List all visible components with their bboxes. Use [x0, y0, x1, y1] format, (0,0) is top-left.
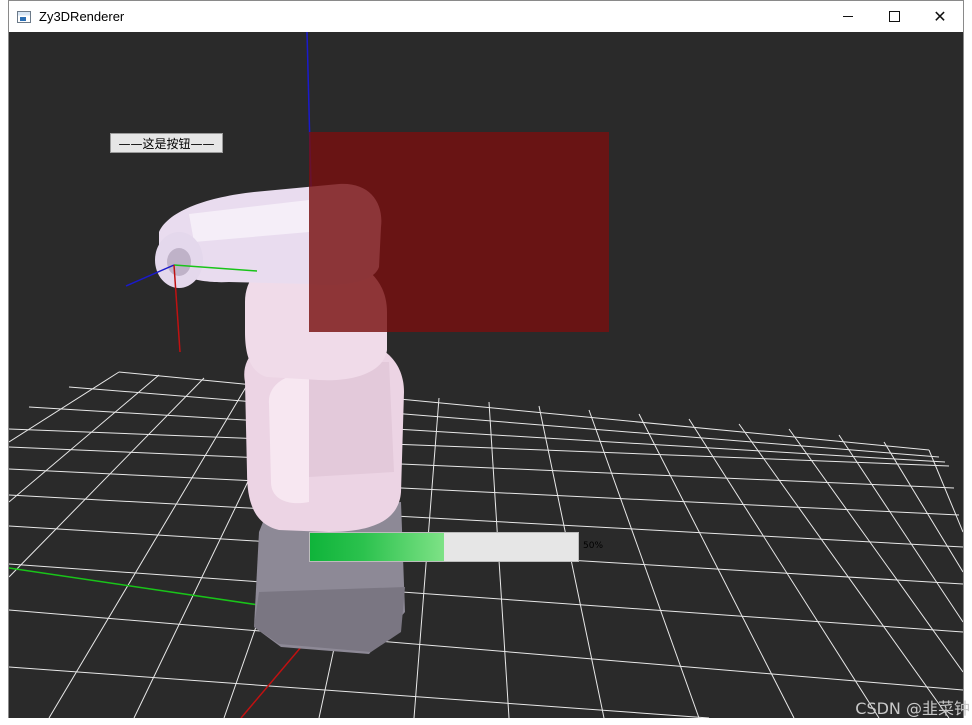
world-x-axis	[240, 639, 308, 718]
translucent-red-panel	[309, 132, 609, 332]
minimize-button[interactable]	[825, 1, 871, 32]
app-window-icon	[17, 10, 31, 23]
app-window: Zy3DRenderer ✕ ——这是按钮—— 50%	[8, 0, 964, 718]
progress-label: 50%	[583, 541, 604, 551]
caption-buttons: ✕	[825, 1, 963, 32]
title-bar[interactable]: Zy3DRenderer ✕	[9, 1, 963, 32]
progress-fill	[310, 533, 444, 561]
maximize-button[interactable]	[871, 1, 917, 32]
window-title: Zy3DRenderer	[39, 9, 125, 24]
progress-bar	[309, 532, 579, 562]
close-button[interactable]: ✕	[917, 1, 963, 32]
render-viewport[interactable]: ——这是按钮—— 50%	[9, 32, 963, 718]
overlay-push-button[interactable]: ——这是按钮——	[110, 133, 223, 153]
watermark-text: CSDN @韭菜钟	[855, 699, 970, 718]
